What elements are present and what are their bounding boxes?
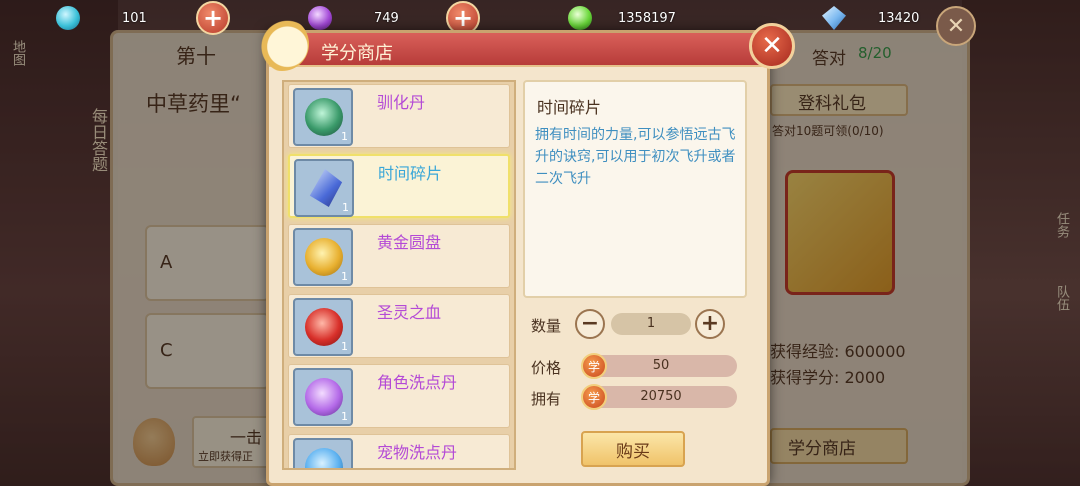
item-icon: 1 [293, 368, 353, 426]
quantity-value[interactable]: 1 [611, 313, 691, 335]
item-name: 角色洗点丹 [377, 373, 458, 392]
increase-quantity-button[interactable]: + [695, 309, 725, 339]
crescent-moon-icon [255, 17, 309, 71]
list-item[interactable]: 宠物洗点丹 [288, 434, 510, 468]
resource-diamond-value: 13420 [878, 10, 920, 26]
list-item[interactable]: 1 圣灵之血 [288, 294, 510, 358]
list-item[interactable]: 1 驯化丹 [288, 84, 510, 148]
green-orb-icon [568, 6, 592, 30]
crystal-shard-icon [309, 169, 343, 207]
item-name: 圣灵之血 [377, 303, 442, 322]
list-item-selected[interactable]: 1 时间碎片 [288, 154, 510, 218]
price-value: 50 [585, 355, 737, 377]
resource-diamond: 13420 [822, 5, 919, 31]
resource-green-value: 1358197 [618, 10, 676, 26]
item-icon: 1 [293, 88, 353, 146]
list-item[interactable]: 1 角色洗点丹 [288, 364, 510, 428]
purple-pill-icon [305, 378, 343, 416]
item-list[interactable]: 1 驯化丹 1 时间碎片 1 黄金圆盘 1 圣灵之血 1 角色洗点丹 宠物洗点丹 [282, 80, 516, 470]
item-count: 1 [341, 270, 348, 283]
diamond-icon [822, 6, 846, 30]
add-blue-button[interactable]: + [196, 1, 230, 35]
price-label: 价格 [531, 359, 562, 377]
item-icon: 1 [293, 298, 353, 356]
buy-button[interactable]: 购买 [581, 431, 685, 467]
owned-value: 20750 [585, 386, 737, 408]
resource-green: 1358197 [568, 5, 676, 31]
item-name: 时间碎片 [378, 164, 443, 183]
item-name: 宠物洗点丹 [377, 443, 458, 462]
detail-title: 时间碎片 [537, 98, 602, 117]
dialog-header: 学分商店 [269, 33, 767, 67]
item-count: 1 [341, 340, 348, 353]
background-close-icon[interactable]: ✕ [936, 6, 976, 46]
item-name: 黄金圆盘 [377, 233, 442, 252]
item-count: 1 [341, 130, 348, 143]
resource-purple-value: 749 [374, 10, 399, 26]
item-icon: 1 [294, 159, 354, 217]
item-count: 1 [342, 201, 349, 214]
detail-description: 拥有时间的力量,可以参悟远古飞升的诀窍,可以用于初次飞升或者二次飞升 [535, 127, 736, 187]
owned-label: 拥有 [531, 390, 562, 408]
item-icon [293, 438, 353, 468]
blue-orb-icon [56, 6, 80, 30]
resource-blue: 101 [56, 5, 147, 31]
resource-purple: 749 [308, 5, 399, 31]
blue-pill-icon [305, 448, 343, 468]
pill-icon [305, 98, 343, 136]
gold-disc-icon [305, 238, 343, 276]
quantity-label: 数量 [531, 317, 562, 335]
blood-flask-icon [305, 308, 343, 346]
close-icon[interactable]: ✕ [749, 23, 795, 69]
item-count: 1 [341, 410, 348, 423]
credit-coin-icon: 学 [581, 353, 607, 379]
dialog-title: 学分商店 [321, 43, 393, 64]
credit-coin-icon: 学 [581, 384, 607, 410]
item-name: 驯化丹 [377, 93, 426, 112]
decrease-quantity-button[interactable]: − [575, 309, 605, 339]
credit-shop-dialog: 学分商店 ✕ 1 驯化丹 1 时间碎片 1 黄金圆盘 1 圣灵之血 1 角色洗点… [255, 17, 795, 486]
item-detail-panel: 时间碎片 拥有时间的力量,可以参悟远古飞升的诀窍,可以用于初次飞升或者二次飞升 [523, 80, 747, 298]
purple-orb-icon [308, 6, 332, 30]
item-icon: 1 [293, 228, 353, 286]
list-item[interactable]: 1 黄金圆盘 [288, 224, 510, 288]
resource-blue-value: 101 [122, 10, 147, 26]
